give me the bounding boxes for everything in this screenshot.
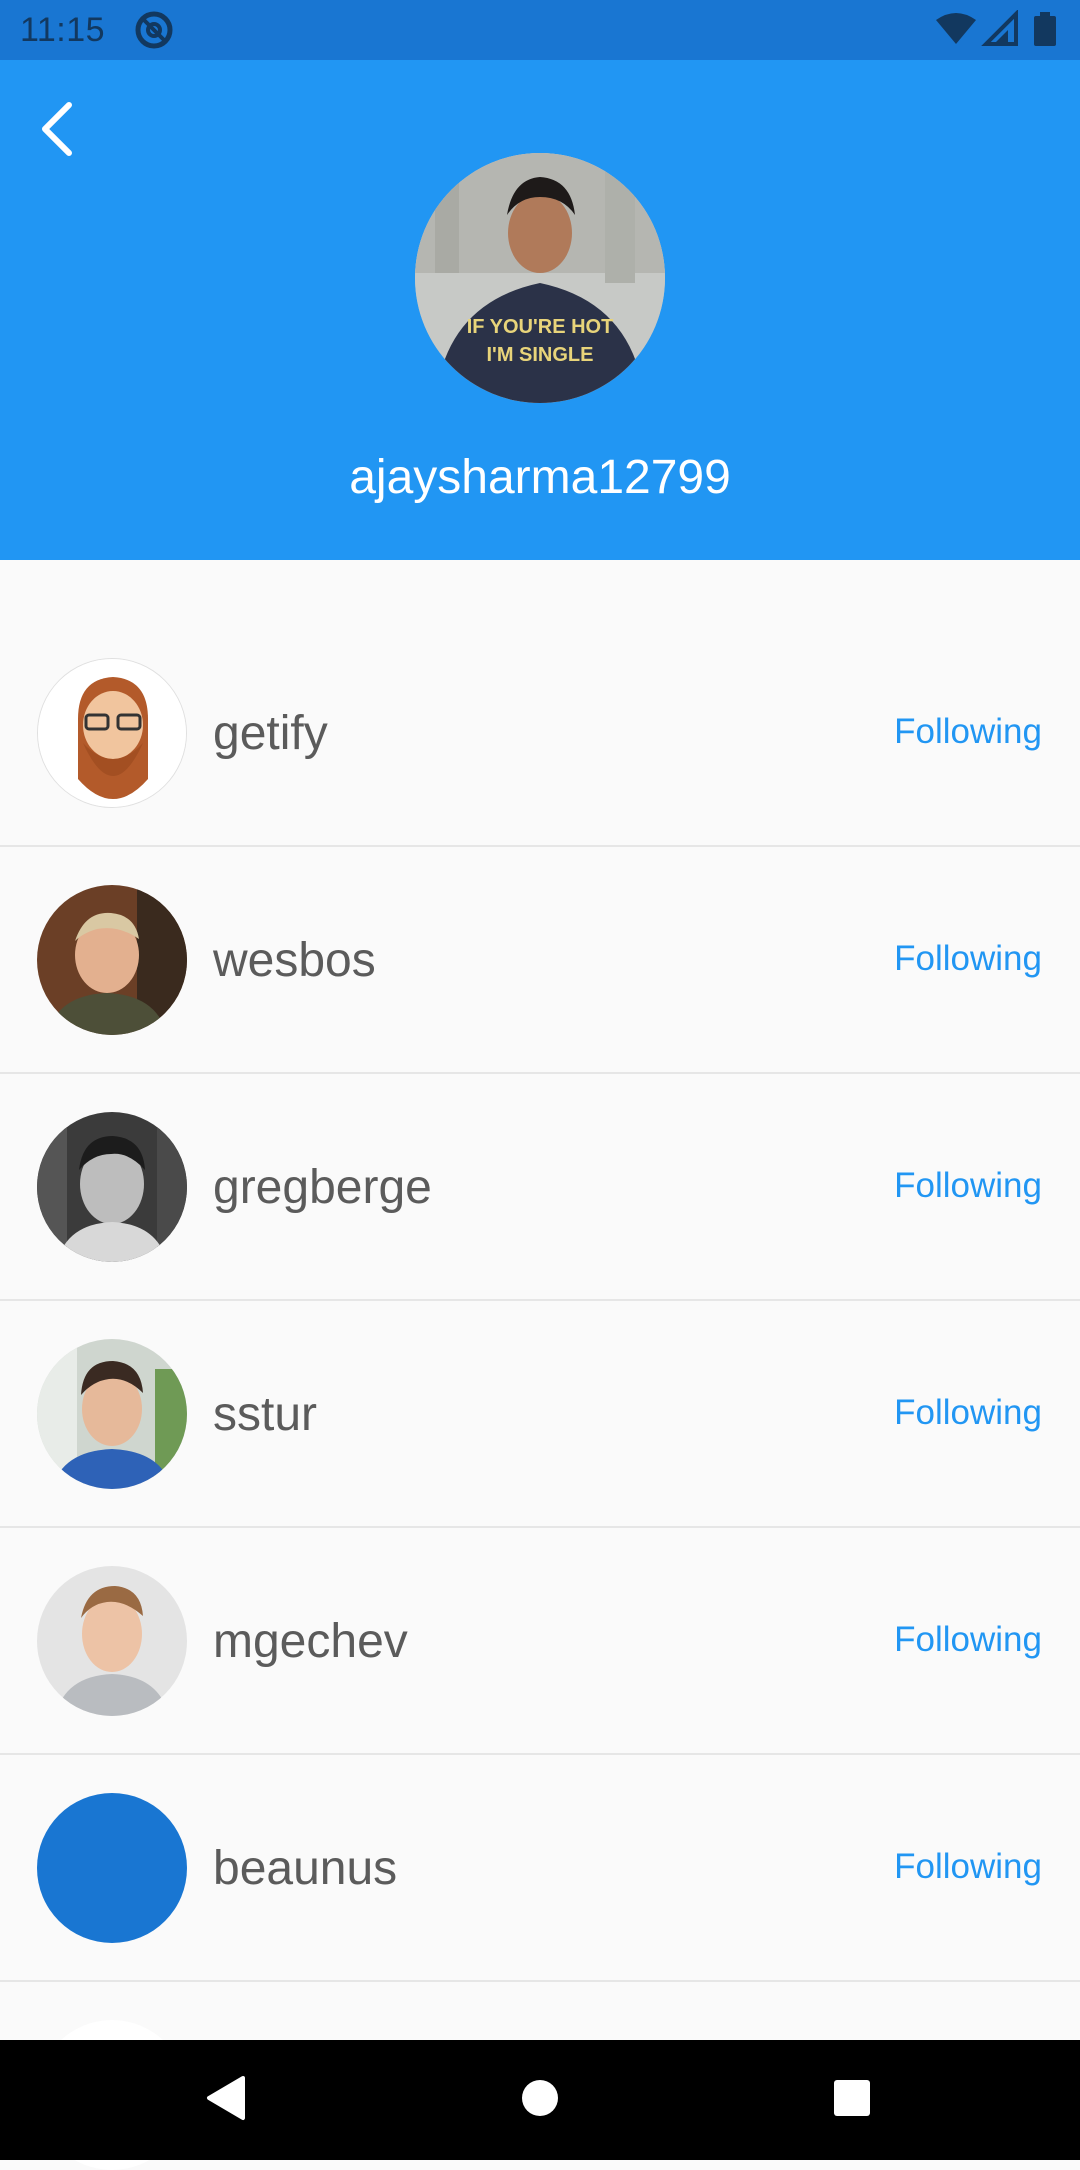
list-username: getify bbox=[213, 707, 328, 760]
svg-text:I'M SINGLE: I'M SINGLE bbox=[487, 344, 594, 366]
list-item[interactable]: sstur Following bbox=[0, 1301, 1080, 1528]
status-time: 11:15 bbox=[20, 11, 106, 49]
nav-recents-button[interactable] bbox=[812, 2060, 892, 2140]
avatar bbox=[37, 885, 187, 1035]
following-button[interactable]: Following bbox=[894, 1164, 1042, 1208]
recents-square-icon bbox=[832, 2078, 872, 2123]
profile-username: ajaysharma12799 bbox=[349, 451, 731, 504]
avatar bbox=[37, 1793, 187, 1943]
list-item[interactable]: getify Following bbox=[0, 620, 1080, 847]
avatar bbox=[37, 1566, 187, 1716]
back-triangle-icon bbox=[203, 2074, 247, 2127]
following-button[interactable]: Following bbox=[894, 710, 1042, 754]
at-sign-icon bbox=[134, 10, 174, 50]
wifi-icon bbox=[936, 13, 976, 44]
avatar bbox=[37, 658, 187, 808]
battery-icon bbox=[1034, 12, 1056, 46]
list-username: beaunus bbox=[213, 1842, 398, 1895]
following-button[interactable]: Following bbox=[894, 1618, 1042, 1662]
status-right-icons bbox=[934, 9, 1064, 50]
chevron-left-icon bbox=[37, 99, 77, 164]
list-username: sstur bbox=[213, 1388, 318, 1441]
signal-icon bbox=[981, 9, 1018, 46]
list-item[interactable]: gregberge Following bbox=[0, 1074, 1080, 1301]
following-button[interactable]: Following bbox=[894, 937, 1042, 981]
profile-header: IF YOU'RE HOT I'M SINGLE ajaysharma12799 bbox=[0, 60, 1080, 560]
list-username: wesbos bbox=[213, 934, 376, 987]
nav-home-button[interactable] bbox=[500, 2060, 580, 2140]
back-button[interactable] bbox=[22, 96, 92, 166]
profile-avatar: IF YOU'RE HOT I'M SINGLE bbox=[415, 153, 665, 403]
list-username: gregberge bbox=[213, 1161, 432, 1214]
nav-back-button[interactable] bbox=[185, 2060, 265, 2140]
avatar bbox=[37, 1112, 187, 1262]
following-button[interactable]: Following bbox=[894, 1845, 1042, 1889]
home-circle-icon bbox=[520, 2078, 560, 2123]
svg-text:IF YOU'RE HOT: IF YOU'RE HOT bbox=[467, 316, 614, 338]
list-item[interactable]: beaunus Following bbox=[0, 1755, 1080, 1982]
status-bar: 11:15 bbox=[0, 0, 1080, 60]
system-nav-bar bbox=[0, 2040, 1080, 2160]
following-list: getify Following wesbos Following gregbe… bbox=[0, 620, 1080, 1982]
list-item[interactable]: mgechev Following bbox=[0, 1528, 1080, 1755]
following-button[interactable]: Following bbox=[894, 1391, 1042, 1435]
avatar bbox=[37, 1339, 187, 1489]
list-username: mgechev bbox=[213, 1615, 408, 1668]
list-item[interactable]: wesbos Following bbox=[0, 847, 1080, 1074]
